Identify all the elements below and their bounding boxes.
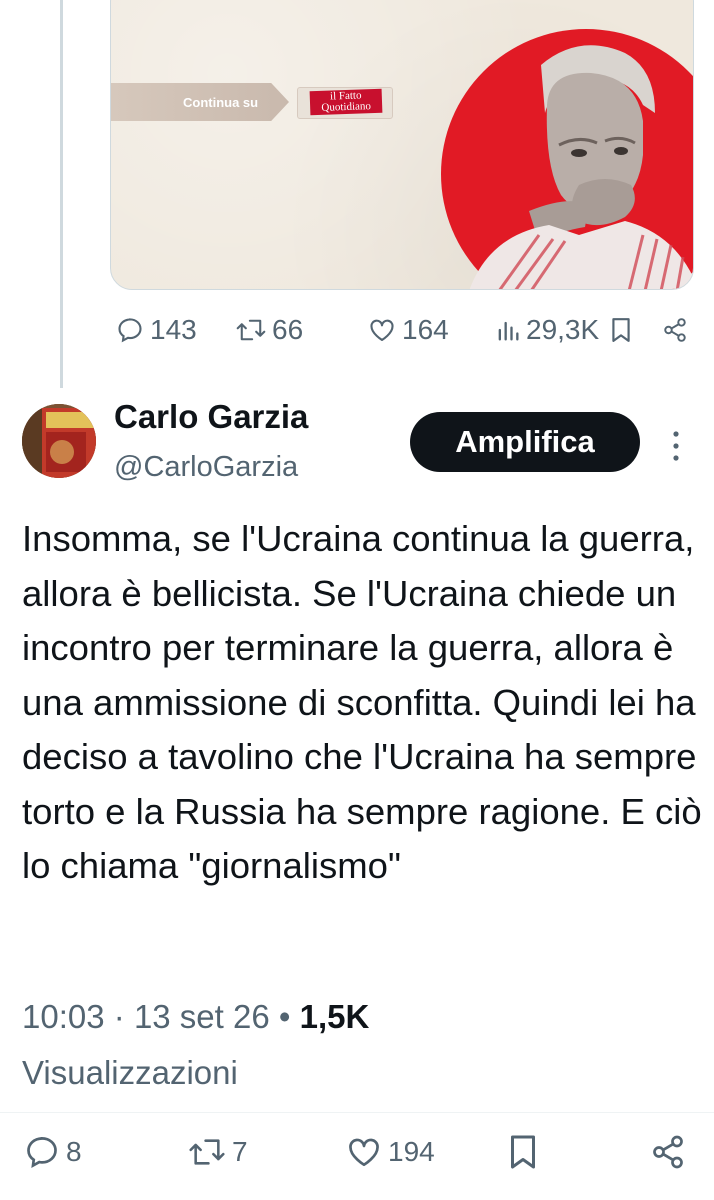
media-card[interactable]: Continua su il Fatto Quotidiano: [110, 0, 694, 290]
views-label: Visualizzazioni: [22, 1054, 238, 1091]
continue-banner: Continua su: [111, 83, 289, 121]
reply-count: 8: [66, 1136, 82, 1167]
share-icon: [653, 1135, 683, 1169]
divider: [0, 1112, 714, 1113]
newspaper-logo-mark: il Fatto Quotidiano: [309, 88, 383, 116]
reply-button[interactable]: 143: [116, 314, 197, 346]
avatar[interactable]: [22, 404, 96, 478]
share-button[interactable]: [650, 1135, 686, 1169]
repost-button[interactable]: 7: [188, 1136, 248, 1168]
share-button[interactable]: [662, 314, 688, 346]
tweet-meta: 10:03 · 13 set 26 • 1,5K: [22, 998, 369, 1036]
reply-count: 143: [150, 314, 197, 345]
repost-count: 7: [232, 1136, 248, 1167]
reply-icon: [118, 318, 142, 343]
like-count: 194: [388, 1136, 435, 1167]
reply-button[interactable]: 8: [24, 1136, 82, 1168]
bookmark-icon: [612, 318, 630, 342]
thread-connector: [60, 0, 63, 388]
author-handle[interactable]: @CarloGarzia: [114, 451, 298, 484]
newspaper-logo: il Fatto Quotidiano: [297, 87, 393, 119]
views-count: 29,3K: [526, 314, 600, 345]
views-total: 1,5K: [299, 998, 370, 1035]
bookmark-button[interactable]: [610, 314, 632, 346]
like-count: 164: [402, 314, 449, 345]
views-button[interactable]: 29,3K: [496, 314, 599, 346]
meta-separator: ·: [113, 998, 125, 1035]
like-button[interactable]: 194: [346, 1136, 435, 1168]
tweet-body: Insomma, se l'Ucraina continua la guerra…: [22, 518, 702, 886]
like-icon: [370, 319, 394, 341]
share-icon: [664, 318, 686, 342]
reply-tweet-actions: 8 7 194: [0, 1134, 714, 1174]
meta-bullet: •: [278, 998, 291, 1035]
repost-icon: [236, 319, 266, 341]
avatar-image: [22, 404, 96, 478]
continue-label: Continua su: [183, 94, 259, 110]
tweet-date[interactable]: 13 set 26: [134, 998, 270, 1035]
portrait-image: [469, 45, 693, 289]
first-tweet-actions: 143 66 164 29,3K: [110, 314, 692, 346]
like-button[interactable]: 164: [368, 314, 449, 346]
bookmark-button[interactable]: [508, 1135, 538, 1169]
more-icon[interactable]: [668, 428, 684, 464]
repost-count: 66: [272, 314, 304, 345]
views-icon: [498, 321, 519, 341]
repost-icon: [189, 1139, 225, 1165]
bookmark-icon: [511, 1135, 535, 1169]
amplifica-button[interactable]: Amplifica: [410, 412, 640, 472]
reply-icon: [27, 1136, 57, 1168]
tweet-time[interactable]: 10:03: [22, 998, 105, 1035]
repost-button[interactable]: 66: [236, 314, 303, 346]
author-name[interactable]: Carlo Garzia: [114, 398, 308, 436]
like-icon: [349, 1138, 379, 1167]
